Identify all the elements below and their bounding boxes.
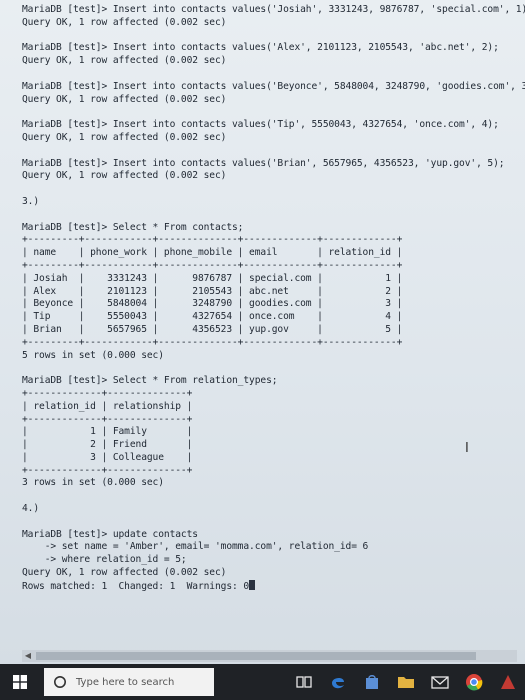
terminal-line: +-------------+--------------+ [22, 464, 193, 476]
windows-logo-icon [13, 675, 27, 689]
chrome-icon[interactable] [457, 664, 491, 700]
terminal-line: MariaDB [test]> Insert into contacts val… [22, 4, 525, 15]
horizontal-scrollbar[interactable]: ◀ [22, 650, 517, 662]
taskbar-search-box[interactable]: Type here to search [44, 668, 214, 696]
terminal-line: 4.) [22, 503, 40, 515]
terminal-line: | Tip | 5550043 | 4327654 | once.com | 4… [22, 311, 403, 323]
terminal-line: | 2 | Friend | [22, 439, 193, 451]
scrollbar-thumb[interactable] [36, 652, 476, 660]
terminal-line: +-------------+--------------+ [22, 413, 193, 425]
terminal-line: MariaDB [test]> Insert into contacts val… [22, 157, 505, 169]
terminal-line: | 1 | Family | [22, 426, 193, 438]
terminal-line: MariaDB [test]> update contacts [22, 528, 198, 540]
file-explorer-icon[interactable] [389, 664, 423, 700]
terminal-line: +---------+------------+--------------+-… [22, 259, 403, 271]
terminal-line: Query OK, 1 row affected (0.002 sec) [22, 131, 227, 143]
terminal-line: Rows matched: 1 Changed: 1 Warnings: 0 [22, 579, 517, 593]
terminal-line: 3 rows in set (0.000 sec) [22, 477, 164, 489]
store-icon[interactable] [355, 664, 389, 700]
terminal-line: Query OK, 1 row affected (0.002 sec) [22, 170, 227, 182]
terminal-line: | Beyonce | 5848004 | 3248790 | goodies.… [22, 298, 403, 310]
scroll-left-arrow-icon[interactable]: ◀ [22, 650, 34, 662]
terminal-line: MariaDB [test]> Select * From contacts; [22, 221, 244, 233]
terminal-line: +---------+------------+--------------+-… [22, 234, 403, 246]
terminal-line: | 3 | Colleague | [22, 451, 193, 463]
terminal-line: 3.) [22, 195, 40, 207]
edge-browser-icon[interactable] [321, 664, 355, 700]
task-view-icon[interactable] [287, 664, 321, 700]
terminal-line: MariaDB [test]> Select * From relation_t… [22, 375, 278, 387]
start-button[interactable] [0, 664, 40, 700]
terminal-line: Query OK, 1 row affected (0.002 sec) [22, 16, 227, 28]
terminal-line: MariaDB [test]> Insert into contacts val… [22, 80, 525, 92]
terminal-line: MariaDB [test]> Insert into contacts val… [22, 119, 499, 131]
terminal-line: | Brian | 5657965 | 4356523 | yup.gov | … [22, 323, 403, 335]
terminal-line: -> set name = 'Amber', email= 'momma.com… [22, 541, 369, 553]
console-window: MariaDB [test]> Insert into contacts val… [0, 0, 525, 664]
mail-icon[interactable] [423, 664, 457, 700]
terminal-line: Query OK, 1 row affected (0.002 sec) [22, 93, 227, 105]
text-cursor-icon: I [465, 441, 469, 456]
terminal-line: | Alex | 2101123 | 2105543 | abc.net | 2… [22, 285, 403, 297]
text-caret [249, 579, 256, 590]
terminal-line: MariaDB [test]> Insert into contacts val… [22, 42, 499, 54]
terminal-output[interactable]: MariaDB [test]> Insert into contacts val… [22, 4, 525, 624]
terminal-line: Query OK, 1 row affected (0.002 sec) [22, 55, 227, 67]
terminal-line: | relation_id | relationship | [22, 400, 193, 412]
search-circle-icon [50, 672, 70, 692]
terminal-line: Query OK, 1 row affected (0.002 sec) [22, 567, 227, 579]
terminal-line: -> where relation_id = 5; [22, 554, 187, 566]
search-placeholder: Type here to search [76, 676, 175, 688]
taskbar: Type here to search [0, 664, 525, 700]
terminal-line: +-------------+--------------+ [22, 387, 193, 399]
terminal-line: | name | phone_work | phone_mobile | ema… [22, 247, 403, 259]
terminal-line: 5 rows in set (0.000 sec) [22, 349, 164, 361]
app-icon[interactable] [491, 664, 525, 700]
terminal-line: +---------+------------+--------------+-… [22, 336, 403, 348]
terminal-line: | Josiah | 3331243 | 9876787 | special.c… [22, 272, 403, 284]
